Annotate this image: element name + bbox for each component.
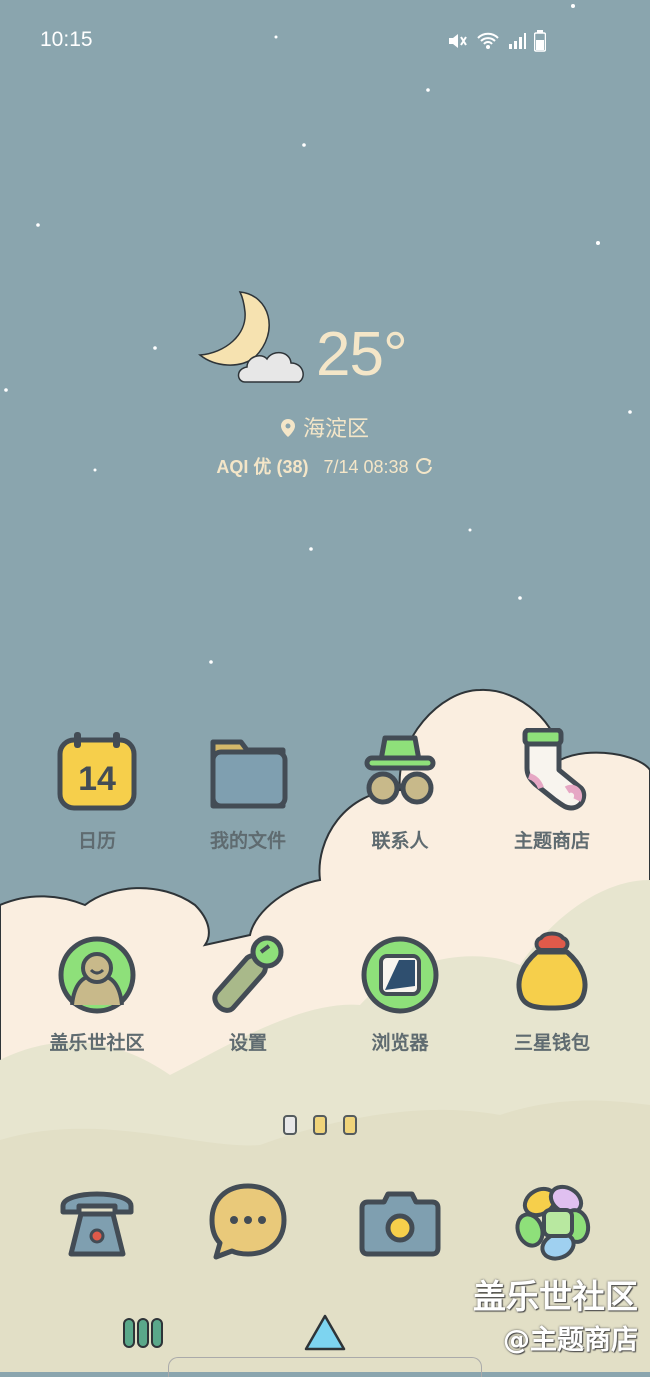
wifi-icon <box>477 32 499 49</box>
app-my-files[interactable]: 我的文件 <box>173 728 323 853</box>
app-browser[interactable]: 浏览器 <box>325 930 475 1055</box>
app-label: 日历 <box>77 830 116 852</box>
app-label: 设置 <box>228 1032 267 1054</box>
location: 海淀区 <box>0 411 650 443</box>
app-galaxy-community[interactable]: 盖乐世社区 <box>22 930 172 1055</box>
update-time: 7/14 08:38 <box>323 457 409 477</box>
dock-gallery[interactable] <box>477 1180 627 1264</box>
browser-icon <box>361 936 439 1014</box>
camera-icon <box>359 1191 441 1257</box>
page-indicator[interactable] <box>283 1115 357 1135</box>
page-dot[interactable] <box>283 1115 297 1135</box>
app-samsung-wallet[interactable]: 三星钱包 <box>477 930 627 1055</box>
aqi-value: (38) <box>276 457 309 477</box>
page-dot[interactable] <box>343 1115 357 1135</box>
app-calendar[interactable]: 14 日历 <box>22 728 172 853</box>
battery-icon <box>534 30 546 52</box>
aqi-row: AQI 优 (38) 7/14 08:38 <box>0 453 650 479</box>
aqi-label: AQI 优 <box>216 457 272 477</box>
contacts-icon <box>364 735 436 805</box>
wallet-icon <box>516 931 588 1011</box>
status-bar: 10:15 <box>0 28 650 56</box>
folder-icon <box>210 739 288 809</box>
community-icon <box>58 936 136 1014</box>
app-label: 盖乐世社区 <box>49 1032 145 1054</box>
app-label: 联系人 <box>371 830 429 852</box>
app-theme-store[interactable]: 主题商店 <box>477 728 627 853</box>
settings-icon <box>212 935 284 1013</box>
page-dot[interactable] <box>313 1115 327 1135</box>
wallpaper <box>0 0 650 1372</box>
dock-phone[interactable] <box>22 1180 172 1264</box>
calendar-icon: 14 <box>57 732 137 811</box>
location-pin-icon <box>280 418 295 443</box>
gallery-icon <box>515 1184 591 1261</box>
mute-icon <box>449 34 467 48</box>
location-name: 海淀区 <box>302 417 369 442</box>
recent-apps-icon[interactable] <box>122 1317 166 1351</box>
home-icon[interactable] <box>303 1313 347 1353</box>
temperature: 25° <box>316 320 408 389</box>
gesture-bar[interactable] <box>168 1357 482 1377</box>
app-label: 三星钱包 <box>513 1032 590 1054</box>
app-label: 浏览器 <box>371 1032 429 1054</box>
app-settings[interactable]: 设置 <box>173 930 323 1055</box>
phone-icon <box>60 1191 134 1257</box>
app-label: 主题商店 <box>513 830 590 852</box>
weather-widget[interactable]: 25° 海淀区 AQI 优 (38) 7/14 08:38 <box>0 285 650 485</box>
clock: 10:15 <box>40 28 93 51</box>
message-icon <box>209 1183 287 1260</box>
calendar-date: 14 <box>78 760 116 798</box>
sock-icon <box>522 728 587 811</box>
dock-camera[interactable] <box>325 1180 475 1264</box>
app-label: 我的文件 <box>209 830 286 852</box>
refresh-icon[interactable] <box>414 457 434 477</box>
dock-messages[interactable] <box>173 1180 323 1264</box>
signal-icon <box>509 33 526 49</box>
navigation-bar <box>0 1305 650 1377</box>
app-contacts[interactable]: 联系人 <box>325 728 475 853</box>
moon-cloud-icon <box>198 291 304 383</box>
